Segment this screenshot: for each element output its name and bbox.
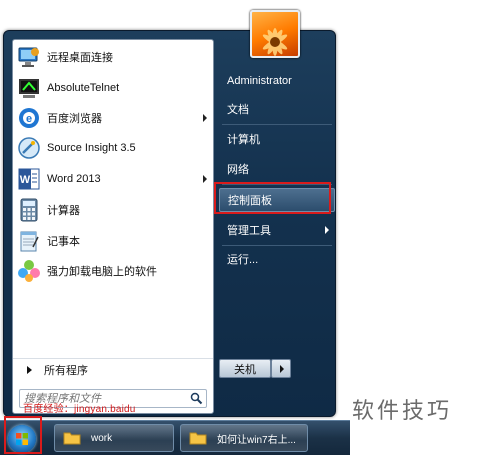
right-item-documents[interactable]: 文档 [219, 97, 335, 121]
word-icon: W [16, 166, 42, 192]
baidu-browser-icon: e [16, 105, 42, 131]
submenu-arrow-icon [203, 114, 207, 122]
program-label: 百度浏览器 [47, 113, 102, 125]
programs-panel: 远程桌面连接 AbsoluteTelnet e 百度浏览器 Source Ins… [12, 39, 214, 415]
right-item-admin-tools[interactable]: 管理工具 [219, 218, 335, 242]
program-absolutetelnet[interactable]: AbsoluteTelnet [13, 73, 213, 103]
program-remote-desktop[interactable]: 远程桌面连接 [13, 42, 213, 72]
program-label: AbsoluteTelnet [47, 82, 120, 94]
shutdown-label: 关机 [234, 363, 256, 376]
taskbar-item-label: work [91, 432, 113, 444]
svg-text:W: W [20, 174, 31, 186]
notepad-icon [16, 228, 42, 254]
right-item-label: 运行... [227, 254, 259, 266]
brand-watermark: 软件技巧 [352, 399, 453, 424]
program-calculator[interactable]: 计算器 [13, 195, 213, 225]
program-label: Word 2013 [47, 173, 101, 185]
folder-icon [189, 431, 207, 445]
calculator-icon [16, 197, 42, 223]
telnet-icon [16, 75, 42, 101]
program-uninstaller[interactable]: 强力卸载电脑上的软件 [13, 256, 213, 286]
right-item-computer[interactable]: 计算机 [219, 127, 335, 151]
right-item-label: 网络 [227, 164, 249, 176]
right-item-label: 管理工具 [227, 225, 271, 237]
right-item-run[interactable]: 运行... [219, 247, 335, 271]
source-insight-icon [16, 135, 42, 161]
start-button-highlight [4, 416, 42, 454]
user-name-item[interactable]: Administrator [219, 69, 335, 93]
submenu-arrow-icon [325, 226, 329, 234]
program-label: 强力卸载电脑上的软件 [47, 266, 157, 278]
shutdown-options-button[interactable] [271, 359, 291, 378]
taskbar-item-how-to-win7[interactable]: 如何让win7右上... [180, 424, 308, 452]
remote-desktop-icon [16, 44, 42, 70]
program-notepad[interactable]: 记事本 [13, 226, 213, 256]
right-item-label: 文档 [227, 104, 249, 116]
program-label: 计算器 [47, 205, 80, 217]
watermark-overlay-text: 百度经验：jingyan.baidu [23, 404, 136, 415]
program-label: 远程桌面连接 [47, 52, 113, 64]
all-programs-button[interactable]: 所有程序 [13, 358, 213, 380]
submenu-arrow-icon [203, 175, 207, 183]
control-panel-highlight [214, 182, 331, 214]
svg-text:e: e [26, 113, 32, 125]
shutdown-button[interactable]: 关机 [219, 359, 271, 378]
menu-separator [222, 245, 332, 246]
program-source-insight[interactable]: Source Insight 3.5 [13, 133, 213, 163]
program-label: 记事本 [47, 236, 80, 248]
search-icon[interactable] [190, 392, 203, 405]
all-programs-label: 所有程序 [44, 364, 88, 377]
expand-arrow-icon [27, 365, 32, 374]
folder-icon [63, 431, 81, 445]
program-word-2013[interactable]: W Word 2013 [13, 164, 213, 194]
right-item-label: 计算机 [227, 134, 260, 146]
right-item-network[interactable]: 网络 [219, 157, 335, 181]
program-baidu-browser[interactable]: e 百度浏览器 [13, 103, 213, 133]
uninstaller-icon [16, 258, 42, 284]
program-label: Source Insight 3.5 [47, 142, 136, 154]
right-item-label: Administrator [227, 75, 292, 87]
taskbar-item-work[interactable]: work [54, 424, 174, 452]
user-picture-avatar[interactable] [250, 10, 300, 58]
taskbar-item-label: 如何让win7右上... [217, 434, 296, 446]
menu-separator [222, 124, 332, 125]
